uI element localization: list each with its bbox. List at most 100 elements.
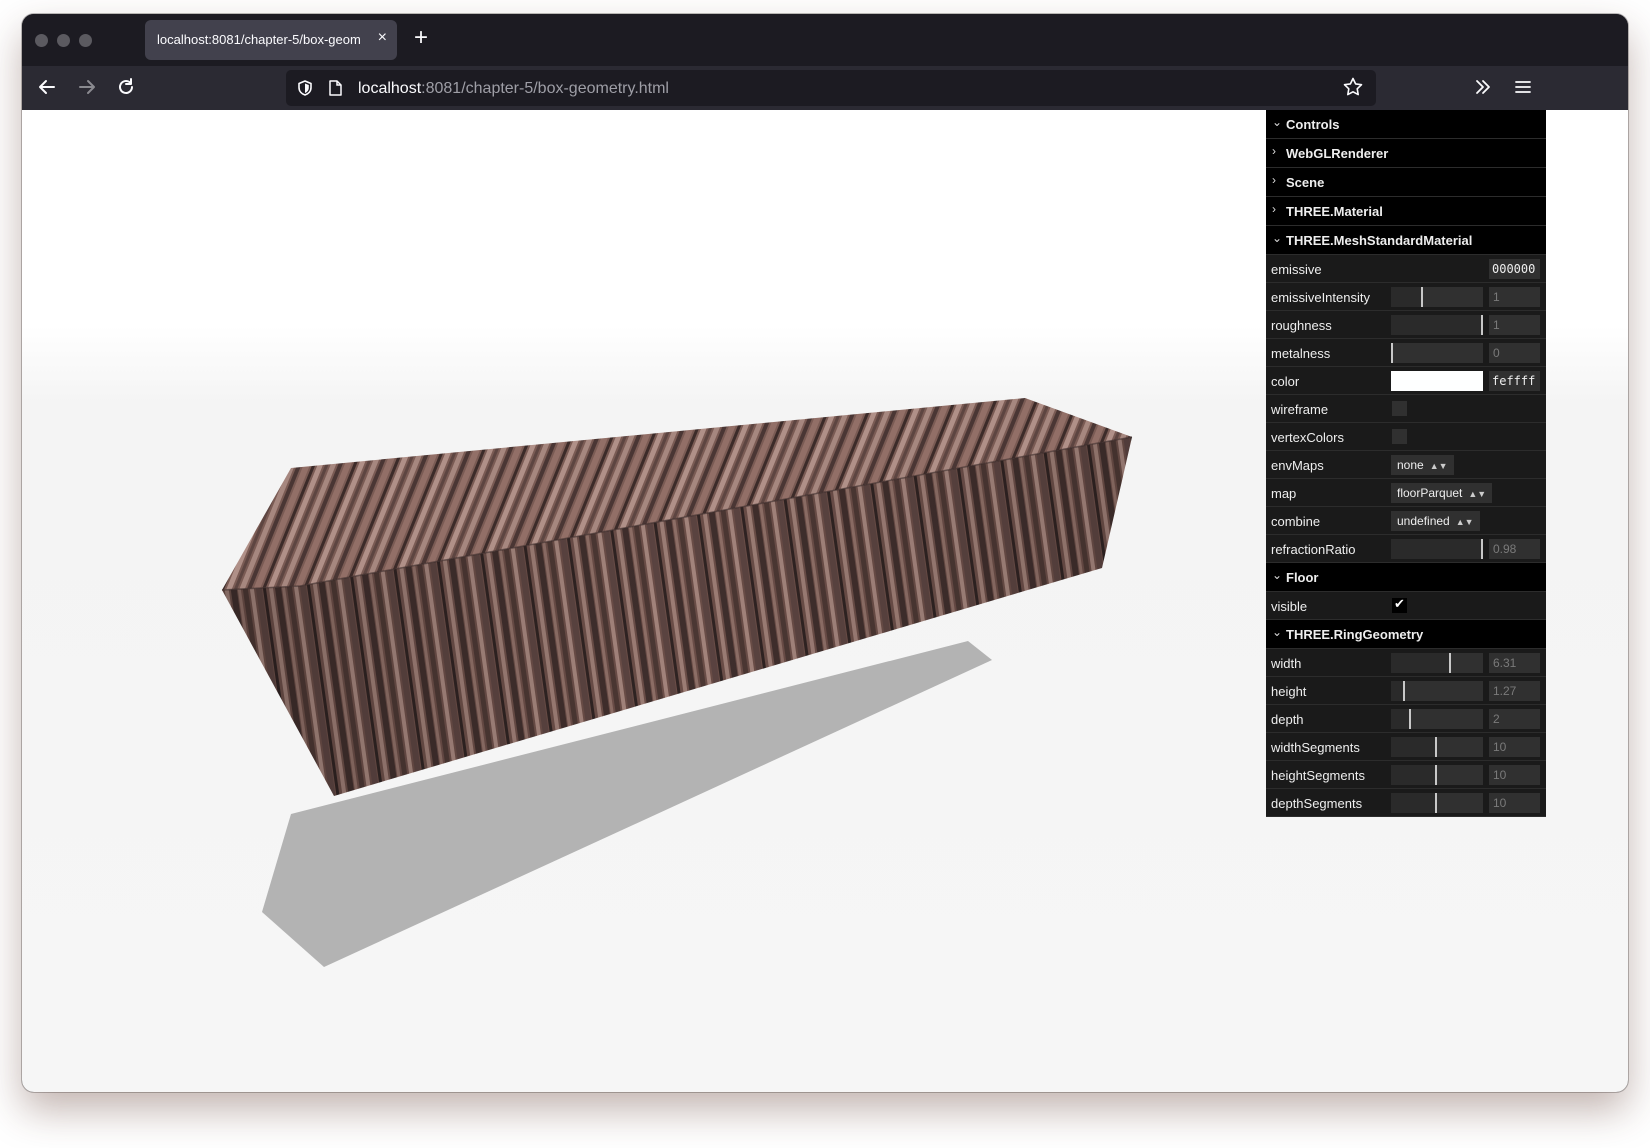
width-slider[interactable] [1391, 653, 1483, 673]
width-input[interactable]: 6.31 [1489, 653, 1540, 673]
emissive-intensity-input[interactable]: 1 [1489, 287, 1540, 307]
combine-value: undefined [1397, 514, 1450, 528]
slider-thumb[interactable] [1435, 793, 1437, 813]
chevron-down-icon: ⌄ [1272, 115, 1283, 129]
shield-icon[interactable] [296, 79, 314, 97]
slider-thumb[interactable] [1435, 765, 1437, 785]
url-text[interactable]: localhost:8081/chapter-5/box-geometry.ht… [358, 80, 669, 98]
folder-floor-title: Floor [1286, 570, 1319, 585]
height-segments-slider[interactable] [1391, 765, 1483, 785]
browser-tab[interactable]: localhost:8081/chapter-5/box-geom × [145, 20, 397, 60]
row-height-segments: heightSegments 10 [1266, 761, 1546, 789]
roughness-slider[interactable] [1391, 315, 1483, 335]
hamburger-menu-icon[interactable] [1510, 76, 1536, 102]
row-combine: combine undefined ▲▼ [1266, 507, 1546, 535]
refraction-ratio-slider[interactable] [1391, 539, 1483, 559]
select-arrows-icon: ▲▼ [1455, 517, 1474, 527]
vertex-colors-label: vertexColors [1271, 430, 1344, 445]
depth-segments-slider[interactable] [1391, 793, 1483, 813]
row-wireframe: wireframe [1266, 395, 1546, 423]
folder-scene-title: Scene [1286, 175, 1325, 190]
emissive-input[interactable]: 000000 [1489, 259, 1540, 279]
depth-segments-label: depthSegments [1271, 796, 1363, 811]
visible-label: visible [1271, 599, 1308, 614]
folder-webglrenderer[interactable]: › WebGLRenderer [1266, 139, 1546, 168]
folder-scene[interactable]: › Scene [1266, 168, 1546, 197]
row-color: color feffff [1266, 367, 1546, 395]
row-height: height 1.27 [1266, 677, 1546, 705]
width-segments-input[interactable]: 10 [1489, 737, 1540, 757]
env-maps-label: envMaps [1271, 458, 1324, 473]
emissive-intensity-label: emissiveIntensity [1271, 290, 1370, 305]
slider-thumb[interactable] [1421, 287, 1423, 307]
height-slider[interactable] [1391, 681, 1483, 701]
chevrons-right-icon[interactable] [1470, 76, 1496, 102]
color-label: color [1271, 374, 1300, 389]
row-refraction-ratio: refractionRatio 0.98 [1266, 535, 1546, 563]
url-host: localhost [358, 80, 422, 97]
visible-checkbox[interactable]: ✔ [1392, 596, 1407, 613]
color-input[interactable]: feffff [1489, 371, 1540, 391]
roughness-input[interactable]: 1 [1489, 315, 1540, 335]
height-segments-input[interactable]: 10 [1489, 765, 1540, 785]
select-arrows-icon: ▲▼ [1429, 461, 1448, 471]
map-label: map [1271, 486, 1297, 501]
row-depth: depth 2 [1266, 705, 1546, 733]
folder-ring-geometry[interactable]: ⌄ THREE.RingGeometry [1266, 620, 1546, 649]
slider-thumb[interactable] [1481, 315, 1483, 335]
row-metalness: metalness 0 [1266, 339, 1546, 367]
tab-title: localhost:8081/chapter-5/box-geom [157, 32, 361, 47]
close-window-button[interactable] [35, 34, 48, 47]
map-select[interactable]: floorParquet ▲▼ [1391, 483, 1493, 503]
star-icon[interactable] [1342, 76, 1364, 104]
check-icon: ✔ [1394, 596, 1405, 611]
forward-arrow-icon[interactable] [74, 76, 100, 102]
row-depth-segments: depthSegments 10 [1266, 789, 1546, 817]
roughness-label: roughness [1271, 318, 1332, 333]
row-emissive-intensity: emissiveIntensity 1 [1266, 283, 1546, 311]
refraction-ratio-input[interactable]: 0.98 [1489, 539, 1540, 559]
folder-mesh-standard-material[interactable]: ⌄ THREE.MeshStandardMaterial [1266, 226, 1546, 255]
reload-icon[interactable] [113, 76, 139, 102]
folder-three-material[interactable]: › THREE.Material [1266, 197, 1546, 226]
slider-thumb[interactable] [1403, 681, 1405, 701]
dat-gui-panel: ⌄ Controls › WebGLRenderer › Scene › THR… [1266, 110, 1546, 817]
row-vertex-colors: vertexColors [1266, 423, 1546, 451]
color-swatch[interactable] [1391, 371, 1483, 391]
depth-slider[interactable] [1391, 709, 1483, 729]
folder-floor[interactable]: ⌄ Floor [1266, 563, 1546, 592]
minimize-window-button[interactable] [57, 34, 70, 47]
metalness-input[interactable]: 0 [1489, 343, 1540, 363]
tab-close-icon[interactable]: × [378, 29, 387, 47]
url-path: :8081/chapter-5/box-geometry.html [421, 80, 669, 97]
depth-segments-input[interactable]: 10 [1489, 793, 1540, 813]
back-arrow-icon[interactable] [34, 76, 60, 102]
folder-controls[interactable]: ⌄ Controls [1266, 110, 1546, 139]
zoom-window-button[interactable] [79, 34, 92, 47]
slider-thumb[interactable] [1435, 737, 1437, 757]
emissive-intensity-slider[interactable] [1391, 287, 1483, 307]
chevron-right-icon: › [1272, 144, 1276, 158]
metalness-slider[interactable] [1391, 343, 1483, 363]
slider-thumb[interactable] [1391, 343, 1393, 363]
slider-thumb[interactable] [1449, 653, 1451, 673]
row-env-maps: envMaps none ▲▼ [1266, 451, 1546, 479]
wireframe-checkbox[interactable] [1392, 401, 1407, 416]
depth-input[interactable]: 2 [1489, 709, 1540, 729]
combine-select[interactable]: undefined ▲▼ [1391, 511, 1480, 531]
width-segments-slider[interactable] [1391, 737, 1483, 757]
webgl-canvas[interactable]: ⌄ Controls › WebGLRenderer › Scene › THR… [22, 110, 1628, 1092]
height-input[interactable]: 1.27 [1489, 681, 1540, 701]
combine-label: combine [1271, 514, 1321, 529]
env-maps-value: none [1397, 458, 1424, 472]
folder-mesh-standard-material-title: THREE.MeshStandardMaterial [1286, 233, 1473, 248]
width-segments-label: widthSegments [1271, 740, 1360, 755]
env-maps-select[interactable]: none ▲▼ [1391, 455, 1454, 475]
new-tab-button[interactable]: + [414, 24, 428, 52]
folder-ring-geometry-title: THREE.RingGeometry [1286, 627, 1424, 642]
vertex-colors-checkbox[interactable] [1392, 429, 1407, 444]
metalness-label: metalness [1271, 346, 1331, 361]
slider-thumb[interactable] [1481, 539, 1483, 559]
url-bar[interactable]: localhost:8081/chapter-5/box-geometry.ht… [286, 70, 1376, 106]
slider-thumb[interactable] [1409, 709, 1411, 729]
